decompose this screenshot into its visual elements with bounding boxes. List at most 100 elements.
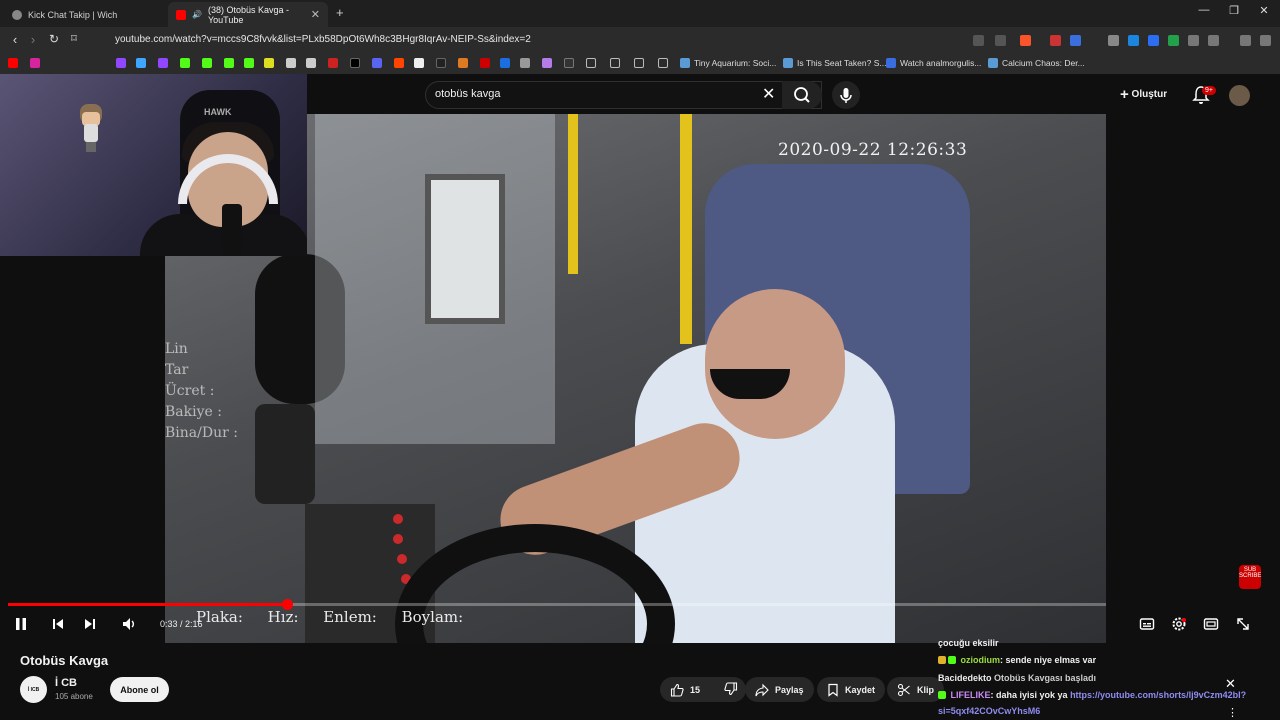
chat-username[interactable]: LIFELIKE	[951, 690, 991, 700]
reload-icon[interactable]: ↻	[45, 32, 63, 46]
share-page-icon[interactable]	[995, 35, 1006, 46]
more-icon[interactable]: ⋮	[1227, 706, 1238, 719]
bookmark-icon[interactable]	[458, 58, 468, 68]
menu-icon[interactable]	[1260, 35, 1271, 46]
extension-icon[interactable]	[1168, 35, 1179, 46]
next-icon	[85, 619, 95, 629]
bookmark-icon[interactable]	[306, 58, 316, 68]
bookmark-icon[interactable]	[116, 58, 126, 68]
maximize-icon[interactable]: ❐	[1224, 4, 1244, 17]
pause-button[interactable]	[14, 616, 28, 635]
subscribe-button[interactable]: Abone ol	[110, 677, 169, 702]
subscribe-watermark[interactable]: SUB SCRIBE	[1239, 565, 1261, 589]
share-button[interactable]: Paylaş	[745, 677, 814, 702]
bookmark-icon[interactable]	[564, 58, 574, 68]
bookmark-icon[interactable]	[436, 58, 446, 68]
bookmark-link[interactable]: Watch analmorgulis...	[900, 58, 981, 68]
chat-link[interactable]: si=5qxf42COvCwYhsM6	[938, 706, 1040, 716]
close-tab-icon[interactable]: ✕	[311, 8, 320, 21]
search-input-value[interactable]: otobüs kavga	[435, 88, 500, 100]
bookmark-icon[interactable]	[286, 58, 296, 68]
bookmark-icon[interactable]	[264, 58, 274, 68]
notification-count-badge: 9+	[1202, 86, 1216, 95]
bookmark-icon[interactable]	[328, 58, 338, 68]
forward-icon[interactable]: ›	[24, 32, 42, 47]
kick-bookmark-icon[interactable]	[224, 58, 234, 68]
extension-icon[interactable]	[1108, 35, 1119, 46]
folder-icon[interactable]	[658, 58, 668, 68]
create-button[interactable]: + Oluştur	[1120, 86, 1167, 103]
bookmark-link[interactable]: Tiny Aquarium: Soci...	[694, 58, 776, 68]
bookmark-icon[interactable]	[520, 58, 530, 68]
channel-avatar[interactable]: İ ICB	[20, 676, 47, 703]
miniplayer-button[interactable]	[1203, 616, 1219, 635]
chat-link[interactable]: https://youtube.com/shorts/lj9vCzm42bI?	[1070, 690, 1246, 700]
extension-icon[interactable]	[973, 35, 984, 46]
previous-button[interactable]	[50, 616, 66, 635]
dislike-button[interactable]	[724, 681, 738, 698]
bookmark-link[interactable]: Calcium Chaos: Der...	[1002, 58, 1085, 68]
speaker-icon: 🔊	[192, 10, 202, 19]
folder-icon[interactable]	[586, 58, 596, 68]
minimize-icon[interactable]: —	[1194, 4, 1214, 16]
fullscreen-button[interactable]	[1235, 616, 1251, 635]
video-driver-head	[705, 289, 845, 439]
chat-username[interactable]: Bacidedekto	[938, 673, 992, 683]
brave-shield-icon[interactable]	[1020, 35, 1031, 46]
channel-name[interactable]: İ CB	[55, 677, 77, 689]
close-window-icon[interactable]: ✕	[1254, 4, 1274, 17]
new-tab-button[interactable]: +	[336, 5, 344, 20]
browser-tab-active[interactable]: 🔊 (38) Otobüs Kavga - YouTube ✕	[168, 2, 328, 27]
progress-bar-played	[8, 603, 287, 606]
x-bookmark-icon[interactable]	[350, 58, 360, 68]
pause-icon	[16, 618, 26, 630]
back-icon[interactable]: ‹	[6, 32, 24, 47]
reddit-bookmark-icon[interactable]	[394, 58, 404, 68]
bookmark-icon[interactable]	[414, 58, 424, 68]
account-avatar[interactable]	[1229, 85, 1250, 106]
video-pole	[568, 114, 578, 274]
browser-tab[interactable]: Kick Chat Takip | Wich	[4, 2, 164, 27]
kick-bookmark-icon[interactable]	[202, 58, 212, 68]
bookmark-icon[interactable]	[480, 58, 490, 68]
bookmark-icon[interactable]: ⌑	[65, 32, 83, 45]
bookmark-icon[interactable]	[158, 58, 168, 68]
bookmark-icon[interactable]	[244, 58, 254, 68]
close-icon[interactable]: ✕	[1225, 676, 1236, 692]
bookmark-icon[interactable]	[542, 58, 552, 68]
chat-username[interactable]: oziodium	[961, 655, 1001, 665]
captions-button[interactable]	[1139, 616, 1155, 635]
video-osd-bottom: Plaka: Hız: Enlem: Boylam:	[196, 608, 464, 626]
search-button[interactable]	[782, 81, 822, 109]
mic-icon	[840, 88, 852, 103]
youtube-bookmark-icon[interactable]	[8, 58, 18, 68]
voice-search-button[interactable]	[832, 81, 860, 109]
like-button[interactable]: 15	[670, 683, 700, 697]
captions-icon	[1139, 618, 1155, 630]
extension-icon[interactable]	[1050, 35, 1061, 46]
sidebar-icon[interactable]	[1208, 35, 1219, 46]
extension-icon[interactable]	[1128, 35, 1139, 46]
bookmark-icon[interactable]	[500, 58, 510, 68]
bookmark-link[interactable]: Is This Seat Taken? S...	[797, 58, 886, 68]
extension-icon[interactable]	[1148, 35, 1159, 46]
kick-bookmark-icon[interactable]	[180, 58, 190, 68]
next-button[interactable]	[82, 616, 98, 635]
instagram-bookmark-icon[interactable]	[30, 58, 40, 68]
extension-icon[interactable]	[1070, 35, 1081, 46]
bookmark-icon[interactable]	[372, 58, 382, 68]
progress-scrubber[interactable]	[281, 599, 293, 610]
chat-message: oziodium: sende niye elmas var	[938, 655, 1096, 665]
video-dash-button	[393, 534, 403, 544]
url-field[interactable]: youtube.com/watch?v=mccs9C8fvvk&list=PLx…	[115, 34, 531, 45]
folder-icon[interactable]	[634, 58, 644, 68]
extension-icon[interactable]	[1188, 35, 1199, 46]
bookmark-icon[interactable]	[136, 58, 146, 68]
playlist-icon[interactable]	[1240, 35, 1251, 46]
close-icon[interactable]: ✕	[762, 84, 775, 104]
settings-button[interactable]	[1171, 616, 1187, 635]
save-button[interactable]: Kaydet	[817, 677, 886, 702]
volume-button[interactable]	[121, 616, 137, 635]
folder-icon[interactable]	[610, 58, 620, 68]
chat-message: çocuğu eksilir	[938, 638, 999, 648]
